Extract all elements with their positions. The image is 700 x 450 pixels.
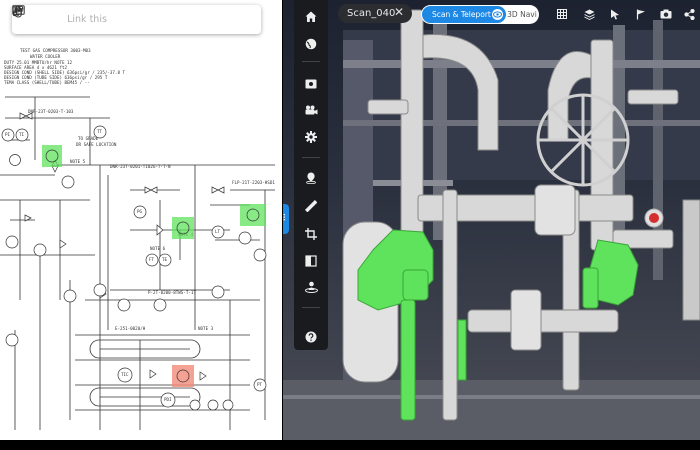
- pid-instrument-tag: LT: [215, 229, 221, 234]
- panel-resize-handle[interactable]: ⠿: [283, 204, 289, 234]
- link-this-button[interactable]: Link this: [12, 5, 132, 34]
- location-pin-icon[interactable]: [301, 168, 321, 188]
- viewer-top-bar: Scan_040 ✕ Scan & Teleport 3D Navi: [283, 0, 700, 30]
- pid-line-label: P-2T-0200-8TWS-T-1T: [148, 290, 196, 295]
- handwheel: [536, 93, 630, 187]
- point-cloud-scene[interactable]: [283, 0, 700, 440]
- annotation-toolbar: Link this: [12, 5, 261, 34]
- pid-highlight-green[interactable]: [240, 204, 266, 226]
- pid-highlight-red[interactable]: [172, 365, 194, 387]
- pid-drawing: TEST GAS COMPRESSOR 3003-M03 WATER COOLE…: [0, 48, 275, 430]
- pid-instrument-tag: TI: [19, 132, 25, 137]
- pid-note-label: NOTE 3: [198, 326, 214, 331]
- globe-icon[interactable]: [301, 34, 321, 54]
- pid-instrument-tags: PI TI TT PG FT TE LT TIC PDI PT: [5, 129, 263, 402]
- pid-instrument-tag: TIC: [121, 372, 129, 377]
- pid-drawing-panel[interactable]: TEST GAS COMPRESSOR 3003-M03 WATER COOLE…: [0, 0, 282, 440]
- camera-icon[interactable]: [658, 6, 674, 22]
- 3d-navi-button[interactable]: 3D Navi: [506, 6, 538, 23]
- pid-note-label: NOTE 6: [150, 246, 166, 251]
- pid-instrument-tag: FT: [149, 257, 155, 262]
- pid-line-label: E-251-0020/H: [115, 326, 146, 331]
- pid-highlight-green[interactable]: [42, 145, 62, 167]
- bottom-bar: [0, 440, 700, 450]
- pid-instrument-tag: TE: [162, 257, 168, 262]
- eye-icon: [492, 9, 503, 20]
- pid-header-line: WATER COOLER: [30, 54, 61, 59]
- mode-toggle: Scan & Teleport 3D Navi: [421, 5, 539, 24]
- id-card-icon[interactable]: [12, 5, 260, 34]
- flag-icon[interactable]: [633, 6, 649, 22]
- view-settings-icon[interactable]: [301, 74, 321, 94]
- scan-tab-label: Scan_040: [347, 8, 396, 19]
- pid-process-lines: [0, 96, 275, 430]
- red-marker[interactable]: [644, 208, 664, 228]
- pid-instrument-tag: PI: [5, 132, 11, 137]
- 3d-navi-label: 3D Navi: [507, 10, 537, 19]
- drag-handle-icon: ⠿: [283, 214, 286, 224]
- ruler-icon[interactable]: [301, 196, 321, 216]
- link-this-label: Link this: [67, 14, 107, 25]
- viewer-sidebar: [294, 0, 328, 350]
- pid-instrument-tag: PDI: [164, 397, 172, 402]
- split-view-icon[interactable]: [301, 251, 321, 271]
- scan-teleport-label: Scan & Teleport: [432, 10, 491, 19]
- video-camera-icon[interactable]: [301, 100, 321, 120]
- pid-line-label: FLP-21T-2203-HSD1: [232, 180, 275, 185]
- crop-icon[interactable]: [301, 224, 321, 244]
- cursor-icon[interactable]: [607, 6, 623, 22]
- hand-icon[interactable]: [12, 5, 228, 34]
- help-icon[interactable]: [301, 327, 321, 347]
- pid-instrument-tag: TT: [97, 129, 103, 134]
- square-icon[interactable]: [12, 5, 164, 34]
- home-icon[interactable]: [301, 7, 321, 27]
- scan-tab[interactable]: Scan_040 ✕: [338, 4, 412, 23]
- close-icon[interactable]: ✕: [394, 5, 404, 19]
- grid-icon[interactable]: [554, 6, 570, 22]
- person-location-icon[interactable]: [301, 277, 321, 297]
- pid-instrument-tag: PT: [257, 382, 263, 387]
- pid-instrument-tag: PG: [137, 209, 143, 214]
- pid-note-label: NOTE 5: [70, 159, 86, 164]
- point-cloud-viewer[interactable]: Scan_040 ✕ Scan & Teleport 3D Navi: [283, 0, 700, 440]
- pid-highlight-green[interactable]: [172, 217, 194, 239]
- pid-note-label: TO GRADE: [78, 136, 99, 141]
- share-icon[interactable]: [681, 6, 697, 22]
- layers-icon[interactable]: [581, 6, 597, 22]
- share-nodes-icon[interactable]: [12, 5, 196, 34]
- pid-header-line: TEMA CLASS (SHELL/TUBE) BEM45 / --: [4, 80, 90, 85]
- pid-header-text: TEST GAS COMPRESSOR 3003-M03 WATER COOLE…: [4, 48, 125, 85]
- pid-note-label: DR SAFE LOCATION: [76, 142, 117, 147]
- gear-icon[interactable]: [301, 127, 321, 147]
- scan-teleport-button[interactable]: Scan & Teleport: [422, 6, 506, 23]
- pid-header-line: TEST GAS COMPRESSOR 3003-M03: [20, 48, 91, 53]
